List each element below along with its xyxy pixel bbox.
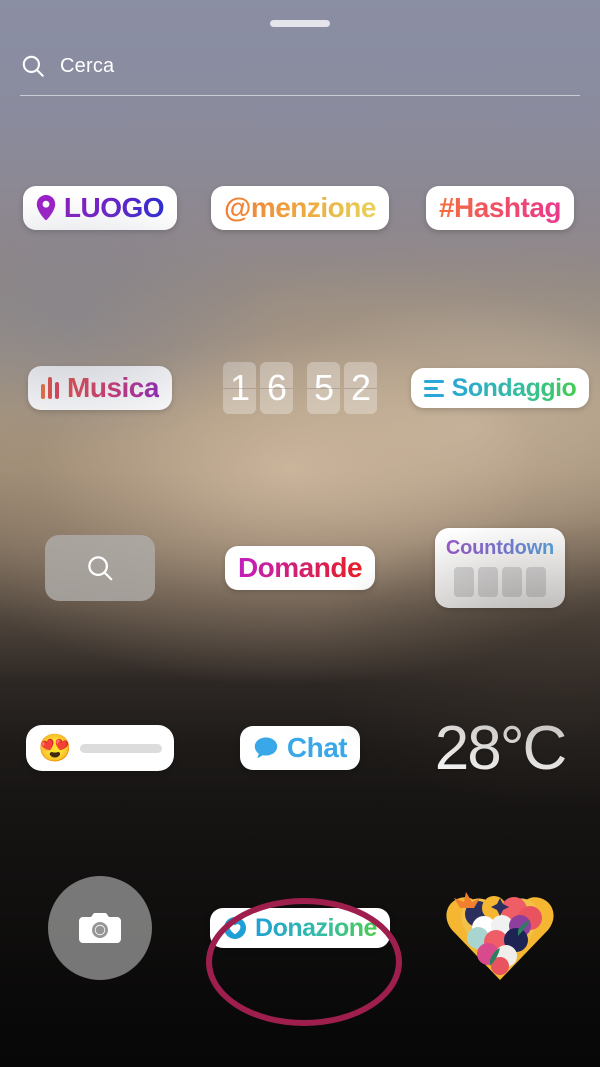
- sticker-row: Donazione: [0, 838, 600, 1018]
- hands-holding-heart-icon: [446, 892, 554, 980]
- sticker-camera[interactable]: [48, 876, 152, 980]
- location-pin-icon: [36, 194, 56, 221]
- sticker-cell-questions[interactable]: Domande: [200, 478, 400, 658]
- sticker-label: LUOGO: [63, 192, 165, 224]
- clock-digit: 6: [260, 362, 293, 414]
- music-bars-icon: [41, 376, 60, 399]
- sticker-grid: LUOGO @menzione #Hashtag Musica 1 6 5 2 …: [0, 118, 600, 1018]
- clock-digit: 2: [344, 362, 377, 414]
- poll-lines-icon: [423, 379, 444, 397]
- sticker-row: 😍 Chat 28°C: [0, 658, 600, 838]
- sticker-donation[interactable]: Donazione: [210, 907, 390, 949]
- sticker-cell-camera[interactable]: [0, 838, 200, 1018]
- sticker-hashtag[interactable]: #Hashtag: [425, 186, 575, 230]
- speech-bubble-icon: [254, 737, 278, 759]
- sticker-row: Musica 1 6 5 2 Sondaggio: [0, 298, 600, 478]
- search-divider: [20, 95, 580, 96]
- sticker-label: Donazione: [255, 913, 377, 942]
- sticker-cell-chat[interactable]: Chat: [200, 658, 400, 838]
- sticker-cell-hashtag[interactable]: #Hashtag: [400, 118, 600, 298]
- sticker-chat[interactable]: Chat: [239, 726, 361, 770]
- sticker-row: LUOGO @menzione #Hashtag: [0, 118, 600, 298]
- search-input[interactable]: Cerca: [60, 55, 114, 78]
- sticker-cell-countdown[interactable]: Countdown: [400, 478, 600, 658]
- sticker-poll[interactable]: Sondaggio: [410, 367, 590, 409]
- heart-circle-icon: [224, 917, 247, 939]
- sticker-cell-weather[interactable]: 28°C: [400, 658, 600, 838]
- sticker-emoji-slider[interactable]: 😍: [26, 725, 174, 771]
- sticker-label: @menzione: [224, 192, 376, 224]
- sticker-cell-music[interactable]: Musica: [0, 298, 200, 478]
- sticker-label: #Hashtag: [438, 192, 562, 224]
- search-icon: [22, 55, 44, 77]
- sticker-label: Musica: [67, 372, 159, 404]
- sticker-gif-search[interactable]: [45, 535, 155, 601]
- sticker-mention[interactable]: @menzione: [211, 186, 389, 230]
- sticker-cell-gif-search[interactable]: [0, 478, 200, 658]
- slider-track[interactable]: [79, 743, 162, 753]
- clock-digit: 5: [307, 362, 340, 414]
- sticker-cell-mention[interactable]: @menzione: [200, 118, 400, 298]
- search-bar[interactable]: Cerca: [20, 46, 580, 86]
- sticker-cell-emoji-slider[interactable]: 😍: [0, 658, 200, 838]
- search-icon: [88, 556, 113, 581]
- sticker-label: Sondaggio: [451, 373, 577, 402]
- sticker-label: Countdown: [445, 537, 555, 559]
- sticker-label: Domande: [237, 552, 363, 584]
- sticker-music[interactable]: Musica: [28, 366, 172, 410]
- sticker-cell-clock[interactable]: 1 6 5 2: [200, 298, 400, 478]
- sticker-cell-donation[interactable]: Donazione: [200, 838, 400, 1018]
- sticker-row: Domande Countdown: [0, 478, 600, 658]
- camera-icon: [79, 913, 121, 943]
- drag-handle[interactable]: [270, 20, 330, 27]
- clock-digit: 1: [223, 362, 256, 414]
- sticker-questions[interactable]: Domande: [224, 546, 376, 590]
- heart-eyes-emoji-icon: 😍: [38, 732, 72, 763]
- sticker-label: Chat: [286, 732, 348, 764]
- sticker-tray-screen: Cerca LUOGO @menzione #Hashtag Musica 1 …: [0, 0, 600, 1067]
- sticker-cell-location[interactable]: LUOGO: [0, 118, 200, 298]
- sticker-weather[interactable]: 28°C: [435, 713, 568, 784]
- sticker-countdown[interactable]: Countdown: [434, 528, 566, 608]
- countdown-blocks: [453, 567, 546, 597]
- sticker-location[interactable]: LUOGO: [22, 186, 178, 230]
- sticker-clock[interactable]: 1 6 5 2: [223, 362, 377, 414]
- sticker-cell-poll[interactable]: Sondaggio: [400, 298, 600, 478]
- sticker-cell-illustration[interactable]: [400, 838, 600, 1018]
